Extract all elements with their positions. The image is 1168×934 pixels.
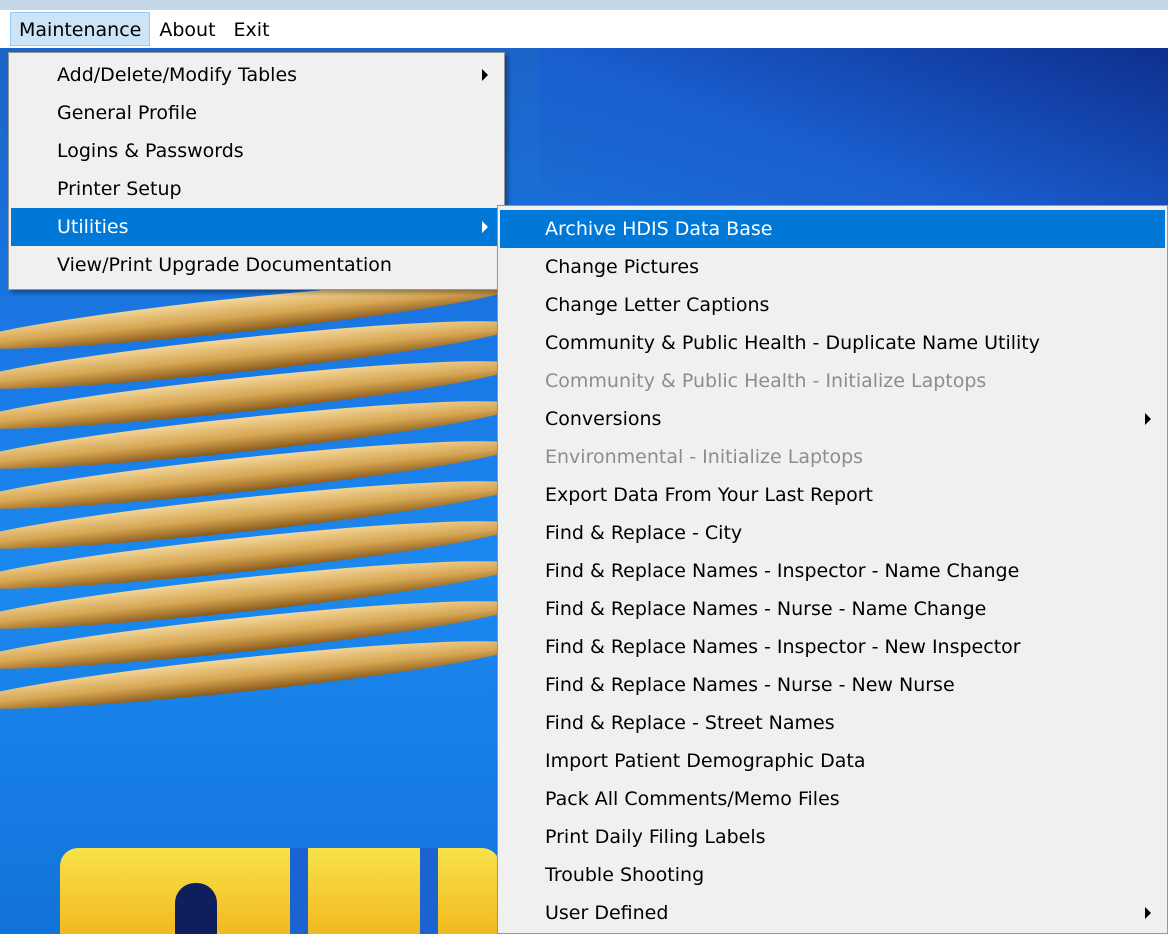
submenu-arrow-icon bbox=[1145, 413, 1151, 425]
submenu-item-replace-nurse-name-change[interactable]: Find & Replace Names - Nurse - Name Chan… bbox=[500, 590, 1165, 628]
menu-item-label: Find & Replace - City bbox=[545, 522, 743, 544]
menu-item-label: Pack All Comments/Memo Files bbox=[545, 788, 840, 810]
submenu-arrow-icon bbox=[482, 69, 488, 81]
menu-item-view-print-upgrade-documentation[interactable]: View/Print Upgrade Documentation bbox=[11, 246, 502, 284]
maintenance-dropdown: Add/Delete/Modify Tables General Profile… bbox=[8, 52, 505, 290]
menu-item-label: User Defined bbox=[545, 902, 669, 924]
menu-item-label: Find & Replace - Street Names bbox=[545, 712, 835, 734]
submenu-item-archive-hdis-data-base[interactable]: Archive HDIS Data Base bbox=[500, 210, 1165, 248]
submenu-arrow-icon bbox=[482, 221, 488, 233]
menu-item-utilities[interactable]: Utilities bbox=[11, 208, 502, 246]
submenu-item-cph-initialize-laptops: Community & Public Health - Initialize L… bbox=[500, 362, 1165, 400]
menu-item-printer-setup[interactable]: Printer Setup bbox=[11, 170, 502, 208]
menu-item-label: Find & Replace Names - Nurse - Name Chan… bbox=[545, 598, 987, 620]
menu-bar: Maintenance About Exit bbox=[0, 10, 1168, 48]
submenu-item-trouble-shooting[interactable]: Trouble Shooting bbox=[500, 856, 1165, 894]
submenu-item-find-replace-city[interactable]: Find & Replace - City bbox=[500, 514, 1165, 552]
submenu-item-replace-nurse-new-nurse[interactable]: Find & Replace Names - Nurse - New Nurse bbox=[500, 666, 1165, 704]
menu-item-label: General Profile bbox=[57, 102, 197, 124]
menu-maintenance[interactable]: Maintenance bbox=[10, 12, 151, 46]
submenu-item-find-replace-street-names[interactable]: Find & Replace - Street Names bbox=[500, 704, 1165, 742]
menu-item-label: View/Print Upgrade Documentation bbox=[57, 254, 392, 276]
menu-item-label: Environmental - Initialize Laptops bbox=[545, 446, 864, 468]
submenu-item-replace-inspector-new-inspector[interactable]: Find & Replace Names - Inspector - New I… bbox=[500, 628, 1165, 666]
menu-about[interactable]: About bbox=[150, 12, 224, 46]
menu-item-label: Import Patient Demographic Data bbox=[545, 750, 866, 772]
menu-item-label: Print Daily Filing Labels bbox=[545, 826, 766, 848]
menu-item-add-delete-modify-tables[interactable]: Add/Delete/Modify Tables bbox=[11, 56, 502, 94]
submenu-item-replace-inspector-name-change[interactable]: Find & Replace Names - Inspector - Name … bbox=[500, 552, 1165, 590]
menu-item-label: Find & Replace Names - Inspector - Name … bbox=[545, 560, 1020, 582]
menu-item-label: Find & Replace Names - Inspector - New I… bbox=[545, 636, 1021, 658]
menu-item-label: Logins & Passwords bbox=[57, 140, 244, 162]
window-top-strip bbox=[0, 0, 1168, 10]
menu-item-label: Trouble Shooting bbox=[545, 864, 705, 886]
menu-item-label: Community & Public Health - Duplicate Na… bbox=[545, 332, 1040, 354]
submenu-item-duplicate-name-utility[interactable]: Community & Public Health - Duplicate Na… bbox=[500, 324, 1165, 362]
menu-exit[interactable]: Exit bbox=[225, 12, 279, 46]
menu-item-label: Archive HDIS Data Base bbox=[545, 218, 773, 240]
submenu-item-import-patient-demographic-data[interactable]: Import Patient Demographic Data bbox=[500, 742, 1165, 780]
menu-item-label: Find & Replace Names - Nurse - New Nurse bbox=[545, 674, 955, 696]
submenu-arrow-icon bbox=[1145, 907, 1151, 919]
submenu-item-pack-comments-memo-files[interactable]: Pack All Comments/Memo Files bbox=[500, 780, 1165, 818]
menu-item-label: Change Letter Captions bbox=[545, 294, 770, 316]
menu-item-general-profile[interactable]: General Profile bbox=[11, 94, 502, 132]
menu-item-label: Printer Setup bbox=[57, 178, 182, 200]
submenu-item-change-pictures[interactable]: Change Pictures bbox=[500, 248, 1165, 286]
menu-item-label: Export Data From Your Last Report bbox=[545, 484, 873, 506]
utilities-submenu: Archive HDIS Data Base Change Pictures C… bbox=[497, 205, 1168, 934]
submenu-item-conversions[interactable]: Conversions bbox=[500, 400, 1165, 438]
menu-item-label: Utilities bbox=[57, 216, 129, 238]
menu-item-label: Conversions bbox=[545, 408, 662, 430]
submenu-item-export-data[interactable]: Export Data From Your Last Report bbox=[500, 476, 1165, 514]
menu-item-label: Community & Public Health - Initialize L… bbox=[545, 370, 987, 392]
menu-item-label: Add/Delete/Modify Tables bbox=[57, 64, 298, 86]
submenu-item-print-daily-filing-labels[interactable]: Print Daily Filing Labels bbox=[500, 818, 1165, 856]
menu-item-label: Change Pictures bbox=[545, 256, 700, 278]
menu-item-logins-passwords[interactable]: Logins & Passwords bbox=[11, 132, 502, 170]
submenu-item-user-defined[interactable]: User Defined bbox=[500, 894, 1165, 932]
submenu-item-change-letter-captions[interactable]: Change Letter Captions bbox=[500, 286, 1165, 324]
submenu-item-environmental-initialize-laptops: Environmental - Initialize Laptops bbox=[500, 438, 1165, 476]
